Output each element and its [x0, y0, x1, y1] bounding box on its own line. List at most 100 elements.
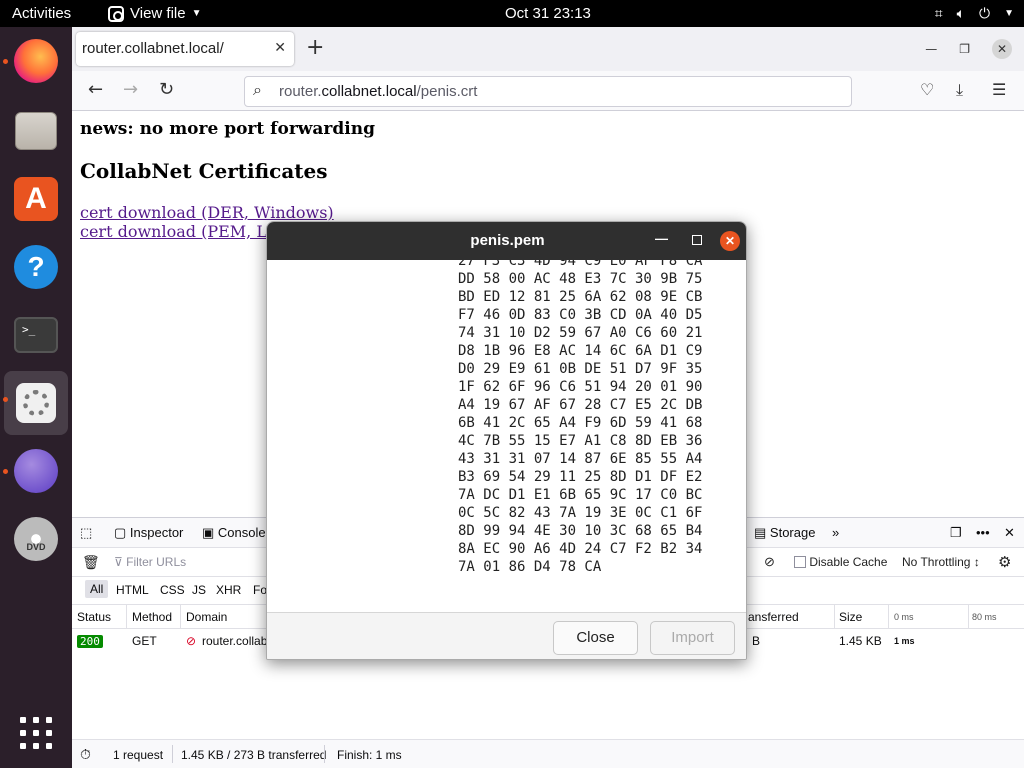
filter-css[interactable]: CSS [160, 583, 185, 597]
hex-line: 7A 01 86 D4 78 CA [458, 559, 602, 575]
col-size[interactable]: Size [839, 610, 862, 624]
request-time: 1 ms [894, 636, 915, 646]
close-dialog-icon[interactable]: ✕ [720, 231, 740, 251]
col-method[interactable]: Method [132, 610, 172, 624]
nav-bar: ← → ↻ ⌕ router.collabnet.local/penis.crt… [72, 71, 1024, 111]
filter-all[interactable]: All [85, 580, 109, 598]
settings-icon [16, 383, 56, 423]
help-icon: ? [14, 245, 58, 289]
clock[interactable]: Oct 31 23:13 [505, 0, 591, 27]
more-tabs-icon[interactable]: » [832, 525, 839, 540]
maximize-icon[interactable] [692, 235, 702, 245]
filter-xhr[interactable]: XHR [216, 583, 241, 597]
dock-help[interactable]: ? [10, 241, 62, 293]
url-prefix: router. [279, 83, 322, 100]
url-path: /penis.crt [416, 83, 478, 100]
url-host: collabnet.local [321, 83, 417, 100]
browser-tab[interactable]: router.collabnet.local/ ✕ [76, 32, 294, 66]
gear-icon[interactable]: ⚙ [998, 553, 1011, 571]
finish-time: Finish: 1 ms [337, 748, 402, 762]
close-window-icon[interactable]: ✕ [992, 39, 1012, 59]
hex-line: 27 F3 C3 4D 94 C9 E0 AF F8 CA [458, 260, 703, 269]
new-tab-button[interactable]: + [306, 35, 324, 60]
dock-firefox[interactable] [10, 35, 62, 87]
running-indicator [3, 469, 8, 474]
app-menu-label: View file [130, 5, 186, 22]
hex-dump: 27 F3 C3 4D 94 C9 E0 AF F8 CA DD 58 00 AC… [458, 260, 702, 576]
maximize-icon[interactable]: ❐ [959, 42, 970, 56]
dock-settings[interactable] [4, 371, 68, 435]
app-menu[interactable]: View file ▼ [108, 0, 202, 27]
minimize-icon[interactable]: — [925, 42, 937, 56]
hex-line: 6B 41 2C 65 A4 F9 6D 59 41 68 [458, 415, 703, 431]
checkbox-icon [794, 556, 806, 568]
chevron-down-icon: ▼ [1004, 8, 1014, 19]
running-indicator [3, 397, 8, 402]
dock-dvd[interactable]: DVD [10, 513, 62, 565]
close-tab-icon[interactable]: ✕ [274, 39, 286, 56]
stopwatch-icon: ⏱ [80, 746, 91, 762]
transfer-summary: 1.45 KB / 273 B transferred [181, 748, 327, 762]
element-picker-icon[interactable]: ⬚ [80, 525, 92, 541]
volume-icon: 🔈︎ [956, 5, 966, 21]
dock: A ? >_ DVD [0, 27, 72, 768]
activities-button[interactable]: Activities [12, 0, 71, 27]
hex-line: D8 1B 96 E8 AC 14 6C 6A D1 C9 [458, 343, 703, 359]
system-tray[interactable]: ⌗ 🔈︎ ⏻ ▼ [935, 0, 1014, 27]
request-method: GET [132, 634, 157, 648]
col-domain[interactable]: Domain [186, 610, 227, 624]
files-icon [15, 112, 57, 150]
reload-icon[interactable]: ↻ [159, 79, 174, 100]
col-status[interactable]: Status [77, 610, 111, 624]
close-devtools-icon[interactable]: ✕ [1004, 525, 1015, 541]
cert-download-der-link[interactable]: cert download (DER, Windows) [80, 203, 375, 222]
import-button[interactable]: Import [650, 621, 735, 655]
filter-html[interactable]: HTML [116, 583, 149, 597]
dock-side-icon[interactable]: ❐ [950, 525, 962, 541]
filter-js[interactable]: JS [192, 583, 206, 597]
hex-line: 1F 62 6F 96 C6 51 94 20 01 90 [458, 379, 703, 395]
show-apps-button[interactable] [10, 707, 62, 759]
dock-files[interactable] [10, 105, 62, 157]
downloads-icon[interactable]: ⤓ [956, 80, 963, 100]
hex-line: F7 46 0D 83 C0 3B CD 0A 40 D5 [458, 307, 703, 323]
forward-icon[interactable]: → [123, 79, 138, 100]
throttling-select[interactable]: No Throttling ↕ [902, 555, 980, 569]
network-browser-icon [14, 449, 58, 493]
col-transferred[interactable]: ansferred [748, 610, 799, 624]
dock-network[interactable] [10, 445, 62, 497]
filter-urls-input[interactable]: ⊽ Filter URLs [114, 555, 186, 569]
storage-icon: ▤ [754, 525, 770, 540]
close-button[interactable]: Close [553, 621, 638, 655]
search-icon: ⌕ [253, 82, 262, 99]
trash-icon[interactable]: 🗑︎ [82, 554, 100, 571]
dock-terminal[interactable]: >_ [10, 309, 62, 361]
hex-line: DD 58 00 AC 48 E3 7C 30 9B 75 [458, 271, 703, 287]
back-icon[interactable]: ← [88, 79, 103, 100]
block-icon[interactable]: ⊘ [764, 554, 775, 570]
pocket-icon[interactable]: ♡ [920, 80, 934, 99]
hex-line: B3 69 54 29 11 25 8D D1 DF E2 [458, 469, 703, 485]
filter-fonts[interactable]: Fo [253, 583, 267, 597]
dialog-titlebar[interactable]: penis.pem — ✕ [267, 222, 746, 260]
dock-software[interactable]: A [10, 173, 62, 225]
request-transferred: B [752, 634, 761, 648]
tab-strip: router.collabnet.local/ ✕ + — ❐ ✕ [72, 27, 1024, 71]
menu-icon[interactable]: ☰ [992, 80, 1006, 99]
tab-inspector[interactable]: ▢ Inspector [114, 525, 183, 541]
minimize-icon[interactable]: — [655, 232, 668, 246]
dialog-title: penis.pem [470, 232, 545, 249]
hex-line: 8A EC 90 A6 4D 24 C7 F2 B2 34 [458, 541, 703, 557]
hex-line: BD ED 12 81 25 6A 62 08 9E CB [458, 289, 703, 305]
more-options-icon[interactable]: ••• [976, 525, 990, 540]
tab-console[interactable]: ▣ Console [202, 525, 266, 541]
window-controls: — ❐ ✕ [925, 39, 1012, 59]
request-domain: router.collab [202, 634, 268, 648]
tab-storage[interactable]: ▤ Storage [754, 525, 815, 541]
hex-line: 74 31 10 D2 59 67 A0 C6 60 21 [458, 325, 703, 341]
col-timeline-80: 80 ms [972, 612, 997, 622]
hex-view[interactable]: 27 F3 C3 4D 94 C9 E0 AF F8 CA DD 58 00 AC… [267, 260, 746, 612]
disable-cache-checkbox[interactable]: Disable Cache [794, 555, 887, 569]
url-bar[interactable]: ⌕ router.collabnet.local/penis.crt [244, 76, 852, 107]
power-icon: ⏻ [979, 5, 991, 21]
